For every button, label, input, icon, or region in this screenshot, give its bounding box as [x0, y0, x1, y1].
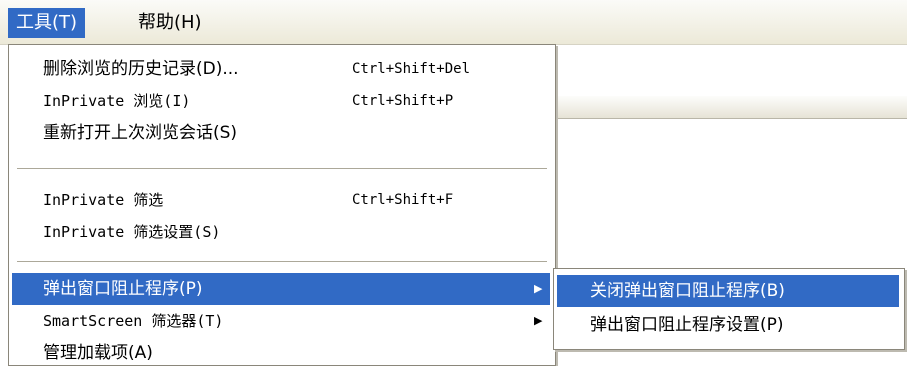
menu-item-label: InPrivate 浏览(I)	[43, 92, 191, 110]
menu-item-delete-history[interactable]: 删除浏览的历史记录(D)... Ctrl+Shift+Del	[12, 53, 550, 85]
submenu-item-popup-blocker-settings[interactable]: 弹出窗口阻止程序设置(P)	[557, 309, 899, 341]
browser-toolbar-strip	[550, 96, 907, 119]
menu-separator	[17, 261, 547, 263]
menu-item-label: InPrivate 筛选	[43, 191, 164, 209]
menu-item-label: InPrivate 筛选设置(S)	[43, 223, 221, 241]
menu-item-inprivate-browsing[interactable]: InPrivate 浏览(I) Ctrl+Shift+P	[12, 85, 550, 117]
menu-item-manage-addons[interactable]: 管理加载项(A)	[12, 337, 550, 365]
menu-item-smartscreen-filter[interactable]: SmartScreen 筛选器(T) ▶	[12, 305, 550, 337]
menu-item-inprivate-filter-settings[interactable]: InPrivate 筛选设置(S)	[12, 216, 550, 248]
popup-blocker-submenu: 关闭弹出窗口阻止程序(B) 弹出窗口阻止程序设置(P)	[553, 268, 905, 350]
menu-bar: 工具(T) 帮助(H)	[0, 0, 907, 45]
menu-item-label: SmartScreen 筛选器(T)	[43, 312, 224, 330]
menu-item-popup-blocker[interactable]: 弹出窗口阻止程序(P) ▶	[12, 273, 550, 305]
menu-item-reopen-last-session[interactable]: 重新打开上次浏览会话(S)	[12, 117, 550, 149]
submenu-arrow-icon: ▶	[534, 314, 543, 327]
menu-tools[interactable]: 工具(T)	[8, 8, 86, 38]
menu-item-inprivate-filtering[interactable]: InPrivate 筛选 Ctrl+Shift+F	[12, 184, 550, 216]
menu-item-label: 管理加载项(A)	[43, 343, 153, 363]
menu-separator	[17, 168, 547, 170]
submenu-item-label: 弹出窗口阻止程序设置(P)	[590, 315, 784, 335]
submenu-arrow-icon: ▶	[534, 282, 543, 295]
tools-menu: 删除浏览的历史记录(D)... Ctrl+Shift+Del InPrivate…	[8, 44, 556, 366]
menu-item-label: 删除浏览的历史记录(D)...	[43, 59, 239, 79]
menu-item-label: 重新打开上次浏览会话(S)	[43, 123, 238, 143]
menu-item-label: 弹出窗口阻止程序(P)	[43, 279, 203, 299]
menu-help[interactable]: 帮助(H)	[130, 8, 210, 38]
menu-item-shortcut: Ctrl+Shift+P	[352, 93, 454, 109]
submenu-item-label: 关闭弹出窗口阻止程序(B)	[590, 281, 785, 301]
submenu-item-turn-off-popup-blocker[interactable]: 关闭弹出窗口阻止程序(B)	[557, 275, 899, 307]
menu-item-shortcut: Ctrl+Shift+F	[352, 192, 454, 208]
menu-item-shortcut: Ctrl+Shift+Del	[352, 61, 471, 77]
